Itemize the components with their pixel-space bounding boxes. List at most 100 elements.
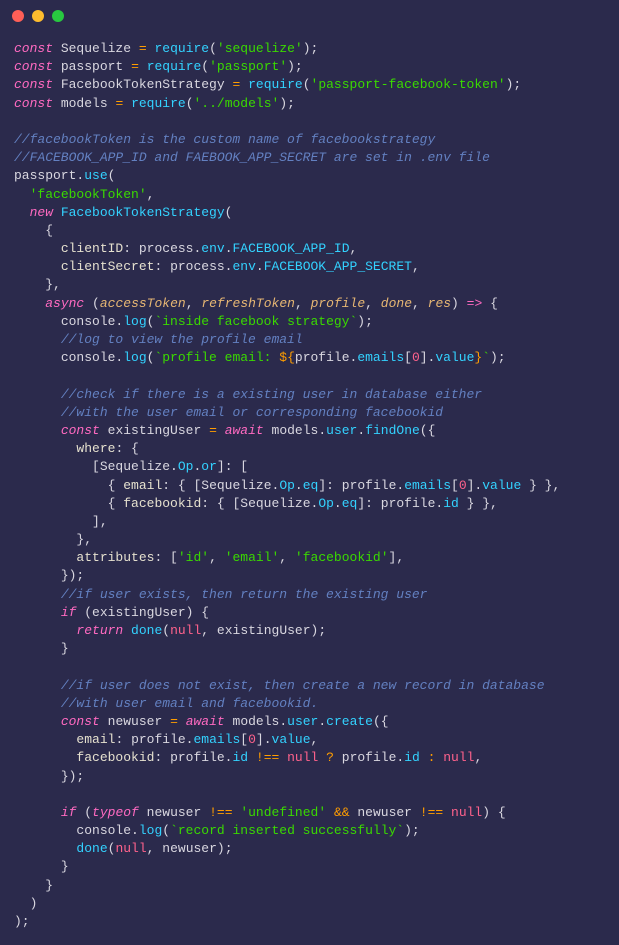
code-block: const Sequelize = require('sequelize'); … bbox=[0, 32, 619, 945]
identifier: console bbox=[61, 350, 116, 365]
string: 'sequelize' bbox=[217, 41, 303, 56]
function: require bbox=[131, 96, 186, 111]
keyword: await bbox=[186, 714, 225, 729]
keyword: const bbox=[14, 77, 53, 92]
parameter: res bbox=[428, 296, 451, 311]
string: '../models' bbox=[194, 96, 280, 111]
identifier: existingUser bbox=[92, 605, 186, 620]
identifier: existingUser bbox=[217, 623, 311, 638]
property: user bbox=[326, 423, 357, 438]
keyword: const bbox=[14, 96, 53, 111]
property: id bbox=[232, 750, 248, 765]
property: id bbox=[443, 496, 459, 511]
identifier: models bbox=[61, 96, 108, 111]
identifier: process bbox=[139, 241, 194, 256]
comment: //with user email and facebookid. bbox=[61, 696, 318, 711]
function: create bbox=[326, 714, 373, 729]
string: 'facebookid' bbox=[295, 550, 389, 565]
function: done bbox=[131, 623, 162, 638]
property: FACEBOOK_APP_ID bbox=[233, 241, 350, 256]
keyword: const bbox=[14, 59, 53, 74]
string: 'undefined' bbox=[240, 805, 326, 820]
property: eq bbox=[303, 478, 319, 493]
window-titlebar bbox=[0, 0, 619, 32]
close-icon[interactable] bbox=[12, 10, 24, 22]
property: facebookid bbox=[76, 750, 154, 765]
identifier: Sequelize bbox=[100, 459, 170, 474]
identifier: newuser bbox=[147, 805, 202, 820]
comment: //if user exists, then return the existi… bbox=[61, 587, 428, 602]
function: require bbox=[154, 41, 209, 56]
function: log bbox=[123, 350, 146, 365]
keyword: const bbox=[61, 423, 100, 438]
number: 0 bbox=[412, 350, 420, 365]
function: require bbox=[147, 59, 202, 74]
parameter: refreshToken bbox=[201, 296, 295, 311]
identifier: models bbox=[233, 714, 280, 729]
parameter: profile bbox=[311, 296, 366, 311]
comment: //log to view the profile email bbox=[61, 332, 303, 347]
property: FACEBOOK_APP_SECRET bbox=[264, 259, 412, 274]
identifier: models bbox=[272, 423, 319, 438]
zoom-icon[interactable] bbox=[52, 10, 64, 22]
keyword: async bbox=[45, 296, 84, 311]
string: `inside facebook strategy` bbox=[154, 314, 357, 329]
keyword: typeof bbox=[92, 805, 139, 820]
comment: //facebookToken is the custom name of fa… bbox=[14, 132, 435, 147]
string: 'passport' bbox=[209, 59, 287, 74]
identifier: profile bbox=[170, 750, 225, 765]
keyword: if bbox=[61, 805, 77, 820]
string: 'id' bbox=[178, 550, 209, 565]
null: null bbox=[443, 750, 474, 765]
property: where bbox=[76, 441, 115, 456]
keyword: await bbox=[225, 423, 264, 438]
identifier: profile bbox=[381, 496, 436, 511]
property: clientID bbox=[61, 241, 123, 256]
comment: //check if there is a existing user in d… bbox=[61, 387, 482, 402]
minimize-icon[interactable] bbox=[32, 10, 44, 22]
property: emails bbox=[357, 350, 404, 365]
keyword: if bbox=[61, 605, 77, 620]
function: done bbox=[76, 841, 107, 856]
function: findOne bbox=[365, 423, 420, 438]
identifier: profile bbox=[342, 478, 397, 493]
property: eq bbox=[342, 496, 358, 511]
identifier: FacebookTokenStrategy bbox=[61, 77, 225, 92]
function: FacebookTokenStrategy bbox=[61, 205, 225, 220]
identifier: passport bbox=[14, 168, 76, 183]
property: value bbox=[435, 350, 474, 365]
property: facebookid bbox=[123, 496, 201, 511]
string: 'facebookToken' bbox=[30, 187, 147, 202]
comment: //if user does not exist, then create a … bbox=[61, 678, 545, 693]
identifier: newuser bbox=[357, 805, 412, 820]
identifier: console bbox=[61, 314, 116, 329]
identifier: passport bbox=[61, 59, 123, 74]
identifier: newuser bbox=[108, 714, 163, 729]
property: Op bbox=[279, 478, 295, 493]
null: null bbox=[287, 750, 318, 765]
keyword: const bbox=[61, 714, 100, 729]
function: use bbox=[84, 168, 107, 183]
string: `profile email: bbox=[154, 350, 279, 365]
comment: //FACEBOOK_APP_ID and FAEBOOK_APP_SECRET… bbox=[14, 150, 490, 165]
property: emails bbox=[404, 478, 451, 493]
function: require bbox=[248, 77, 303, 92]
arrow: => bbox=[467, 296, 483, 311]
property: value bbox=[272, 732, 311, 747]
string: 'passport-facebook-token' bbox=[311, 77, 506, 92]
identifier: Sequelize bbox=[240, 496, 310, 511]
property: or bbox=[201, 459, 217, 474]
number: 0 bbox=[248, 732, 256, 747]
identifier: newuser bbox=[162, 841, 217, 856]
interp-open: ${ bbox=[279, 350, 295, 365]
property: env bbox=[232, 259, 255, 274]
property: clientSecret bbox=[61, 259, 155, 274]
function: log bbox=[139, 823, 162, 838]
property: user bbox=[287, 714, 318, 729]
identifier: profile bbox=[131, 732, 186, 747]
property: Op bbox=[178, 459, 194, 474]
identifier: console bbox=[76, 823, 131, 838]
parameter: accessToken bbox=[100, 296, 186, 311]
comment: //with the user email or corresponding f… bbox=[61, 405, 443, 420]
null: null bbox=[451, 805, 482, 820]
